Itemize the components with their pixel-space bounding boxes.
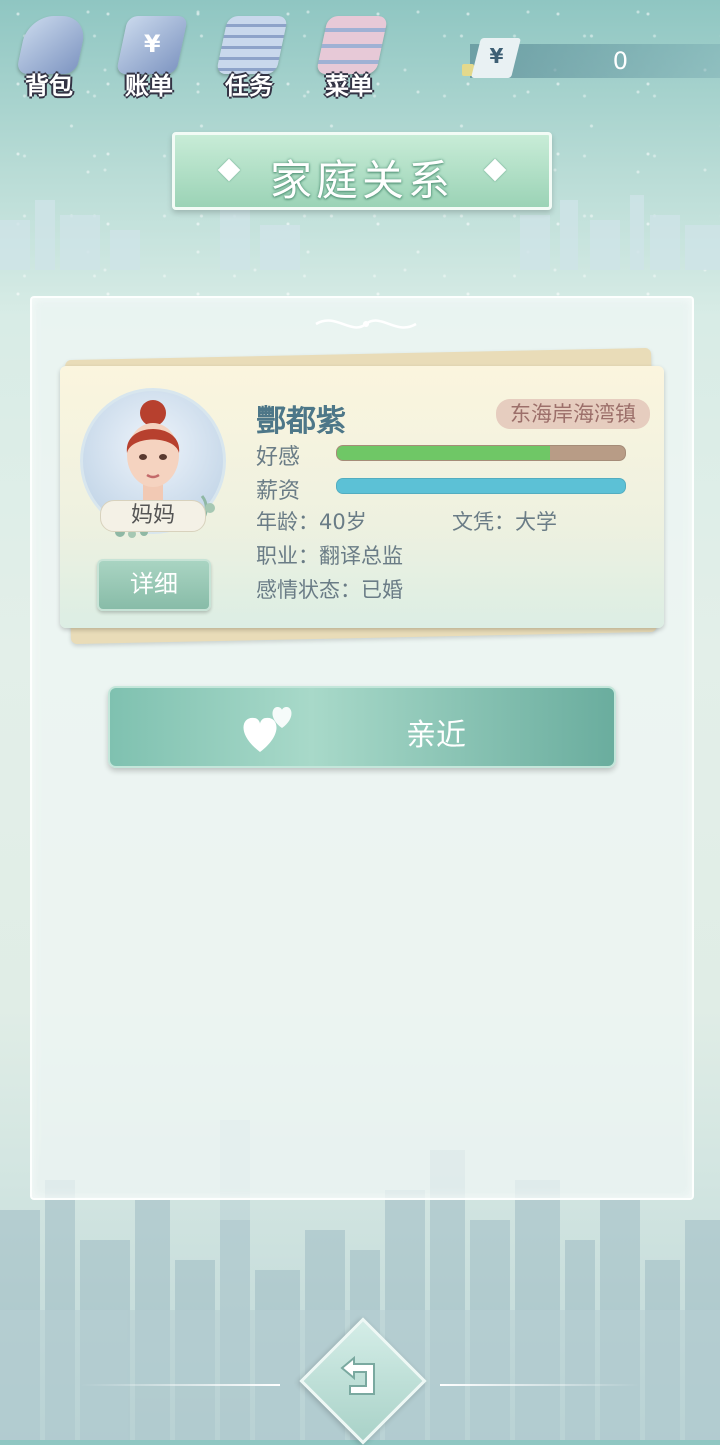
approach-button-label: 亲近 [406,718,466,753]
page-title-plate: 家庭关系 [172,132,552,210]
bill-button[interactable]: ¥ 账单 [104,10,194,100]
currency-display: ¥ 0 [462,38,720,78]
salary-bar [336,478,626,494]
back-arrow-icon [340,1355,375,1395]
education-text: 文凭：大学 [452,510,557,534]
divider-left [80,1384,280,1386]
affection-bar [336,445,626,461]
currency-amount: 0 [612,47,628,75]
age-text: 年龄：40岁 [256,510,367,534]
job-text: 职业：翻译总监 [256,544,403,568]
affection-bar-fill [337,446,551,460]
member-name: 酆都紫 [256,404,346,439]
divider-right [440,1384,640,1386]
ornament-icon [315,319,417,329]
task-button[interactable]: 任务 [204,10,294,100]
hearts-icon [243,706,292,752]
yen-icon: ¥ [471,38,521,78]
affection-label: 好感 [256,445,301,470]
relationship-text: 感情状态：已婚 [256,578,403,602]
menu-button[interactable]: 菜单 [304,10,394,100]
salary-label: 薪资 [256,479,301,504]
detail-button[interactable]: 详细 [97,559,211,611]
salary-bar-fill [337,479,625,493]
approach-button[interactable]: 亲近 [108,686,616,768]
role-tag: 妈妈 [100,500,206,532]
backpack-button[interactable]: 背包 [4,10,94,100]
top-toolbar: 背包 ¥ 账单 任务 菜单 [0,0,460,110]
location-badge: 东海岸海湾镇 [496,399,650,429]
